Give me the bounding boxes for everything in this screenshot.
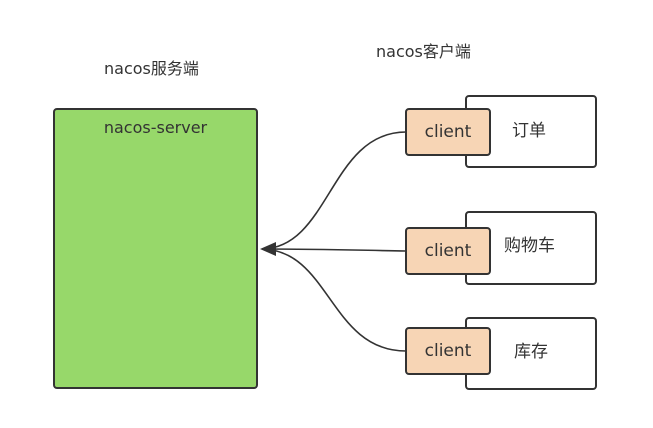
arrowhead-icon [260, 242, 276, 256]
connector-cart-to-server [261, 248, 407, 252]
connector-stock-to-server [261, 248, 407, 352]
connector-order-to-server [261, 131, 407, 250]
client-node-order: client [405, 108, 491, 156]
client-label-cart: client [424, 240, 472, 261]
client-node-cart: client [405, 227, 491, 275]
service-label-cart: 购物车 [504, 236, 555, 256]
service-label-order: 订单 [512, 121, 546, 141]
client-label-stock: client [424, 340, 472, 361]
client-node-stock: client [405, 327, 491, 375]
service-label-stock: 库存 [514, 342, 548, 362]
client-label-order: client [424, 121, 472, 142]
